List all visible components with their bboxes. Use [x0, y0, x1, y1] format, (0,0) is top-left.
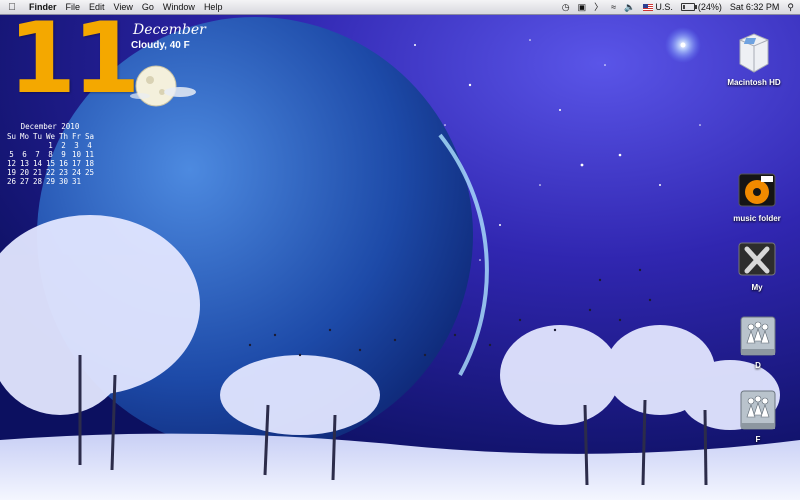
calendar-day: 5 [9, 150, 14, 159]
us-flag-icon [643, 3, 654, 11]
menu-clock[interactable]: Sat 6:32 PM [730, 2, 780, 12]
month-name: December [133, 22, 206, 38]
calendar-day: 1 [48, 141, 53, 150]
calendar-day: 4 [87, 141, 92, 150]
desktop-icon-music-folder[interactable]: music folder [722, 168, 792, 223]
calendar-day: 3 [74, 141, 79, 150]
display-icon[interactable]: ▣ [578, 0, 587, 14]
music-folder-icon [738, 173, 776, 207]
calendar-title: December 2010 [20, 122, 80, 131]
menu-extras: ◷ ▣ 〉 ≈ 🔈 U.S. (24%) Sat 6:32 PM ⚲ [562, 0, 794, 14]
calendar-day: 11 [84, 150, 95, 159]
wifi-icon[interactable]: ≈ [611, 0, 616, 14]
calendar-day [31, 141, 44, 150]
desktop-icon-label: F [755, 435, 761, 444]
apple-icon[interactable]:  [5, 2, 19, 13]
calendar-weekday: We [45, 132, 56, 141]
calendar-day: 6 [22, 150, 27, 159]
desktop-icon-label: D [755, 361, 761, 370]
input-source-menu[interactable]: U.S. [643, 2, 673, 12]
calendar-day [83, 177, 96, 186]
battery-menu[interactable]: (24%) [680, 2, 722, 12]
calendar-day: 26 [6, 177, 17, 186]
calendar-day: 2 [61, 141, 66, 150]
desktop-icon-my[interactable]: My [730, 237, 784, 292]
calendar-day: 28 [32, 177, 43, 186]
spotlight-search-icon[interactable]: ⚲ [787, 0, 794, 14]
calendar-day: 12 [6, 159, 17, 168]
calendar-day: 24 [71, 168, 82, 177]
calendar-day: 13 [19, 159, 30, 168]
desktop-icon-label: music folder [733, 214, 781, 223]
menu-go[interactable]: Go [142, 2, 154, 12]
calendar-grid: Su Mo Tu We Th Fr Sa 1 2 3 4 5 6 7 8 9 10 11 12 13 14 15 16 17 1… [5, 132, 95, 186]
calendar-day: 7 [35, 150, 40, 159]
battery-icon [680, 3, 697, 11]
network-drive-icon [740, 390, 776, 430]
calendar-day: 30 [58, 177, 69, 186]
calendar-day: 22 [45, 168, 56, 177]
desktop-icon-d[interactable]: D [735, 313, 781, 370]
calendar-day: 31 [71, 177, 82, 186]
folder-x-icon [738, 242, 776, 276]
calendar-day: 27 [19, 177, 30, 186]
cloudy-moon-icon [130, 65, 196, 107]
calendar-weekday: Mo [19, 132, 30, 141]
calendar-weekday: Tu [32, 132, 43, 141]
calendar-weekday: Sa [84, 132, 95, 141]
bluetooth-icon[interactable]: 〉 [594, 0, 603, 14]
time-machine-icon[interactable]: ◷ [562, 0, 570, 14]
desktop-icon-macintosh-hd[interactable]: Macintosh HD [722, 30, 786, 87]
calendar-day: 8 [48, 150, 53, 159]
menu-finder[interactable]: Finder [29, 2, 57, 12]
calendar-day: 23 [58, 168, 69, 177]
calendar-weekday: Th [58, 132, 69, 141]
calendar-day: 20 [19, 168, 30, 177]
calendar-weekday: Su [6, 132, 17, 141]
menu-bar:  Finder File Edit View Go Window Help ◷… [0, 0, 800, 15]
calendar-weekday: Fr [71, 132, 82, 141]
calendar-day: 29 [45, 177, 56, 186]
weather-condition: Cloudy, 40 F [131, 40, 190, 51]
calendar-day [5, 141, 18, 150]
calendar-day: 10 [71, 150, 82, 159]
menu-edit[interactable]: Edit [89, 2, 105, 12]
calendar-day: 9 [61, 150, 66, 159]
calendar-day: 17 [71, 159, 82, 168]
desktop-icon-label: Macintosh HD [727, 78, 781, 87]
mini-calendar: December 2010 Su Mo Tu We Th Fr Sa 1 2 3 4 5 6 7 8 9 10 1… [5, 122, 95, 186]
calendar-day: 16 [58, 159, 69, 168]
calendar-day: 21 [32, 168, 43, 177]
hard-drive-icon [739, 33, 769, 73]
desktop-icon-f[interactable]: F [735, 387, 781, 444]
menu-view[interactable]: View [114, 2, 133, 12]
volume-icon[interactable]: 🔈 [624, 0, 635, 14]
calendar-day: 14 [32, 159, 43, 168]
calendar-day [18, 141, 31, 150]
calendar-day: 25 [84, 168, 95, 177]
input-source-label: U.S. [655, 2, 673, 12]
day-number-widget: 11 [8, 2, 140, 116]
menu-help[interactable]: Help [204, 2, 223, 12]
calendar-day: 15 [45, 159, 56, 168]
calendar-day: 18 [84, 159, 95, 168]
battery-percent: (24%) [697, 2, 722, 12]
menu-window[interactable]: Window [163, 2, 195, 12]
desktop-icon-label: My [751, 283, 763, 292]
calendar-day: 19 [6, 168, 17, 177]
menu-file[interactable]: File [66, 2, 81, 12]
network-drive-icon [740, 316, 776, 356]
